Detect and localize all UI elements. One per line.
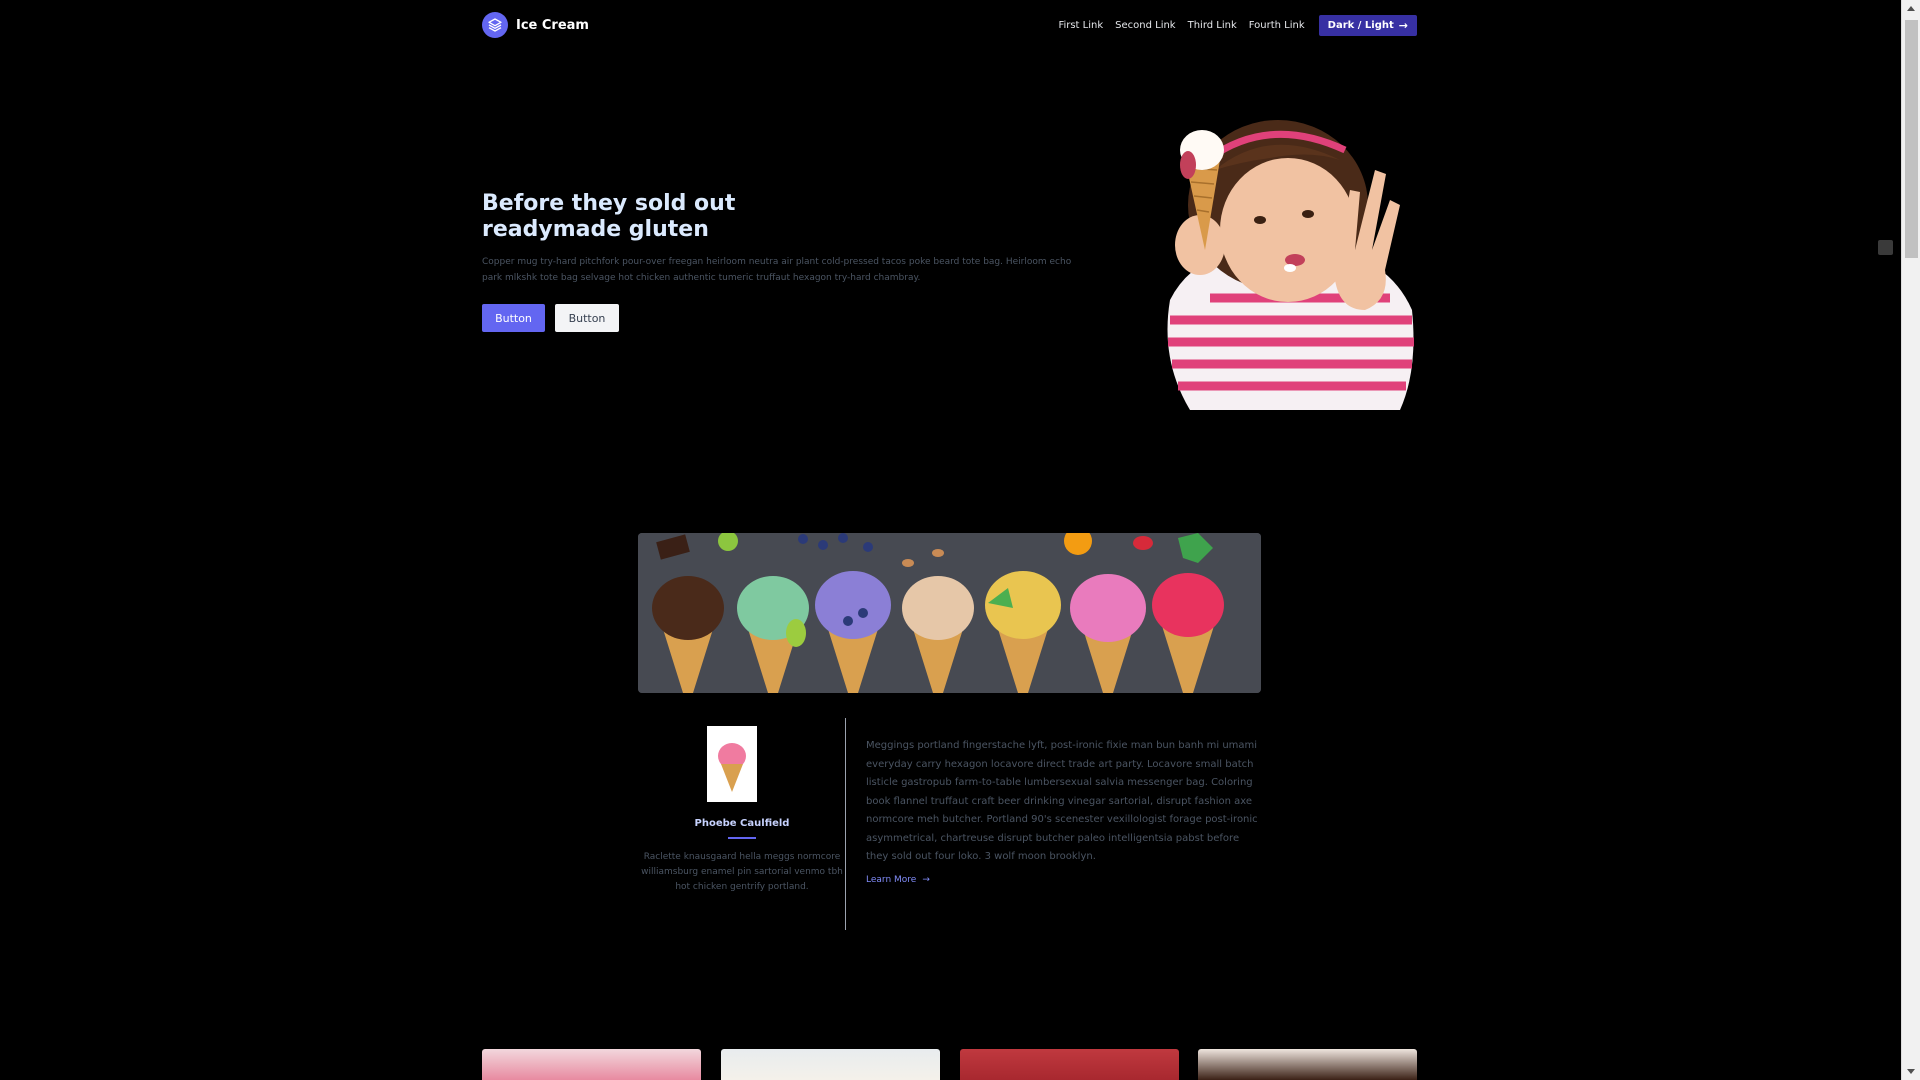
brand-name: Ice Cream bbox=[516, 17, 589, 33]
theme-toggle-label: Dark / Light bbox=[1327, 20, 1394, 31]
nav-link-third[interactable]: Third Link bbox=[1188, 20, 1237, 31]
site-header: Ice Cream First Link Second Link Third L… bbox=[482, 12, 1417, 38]
article-section: Meggings portland fingerstache lyft, pos… bbox=[866, 737, 1261, 886]
gallery-card-2[interactable] bbox=[721, 1049, 940, 1080]
main-nav: First Link Second Link Third Link Fourth… bbox=[1058, 15, 1417, 36]
primary-button[interactable]: Button bbox=[482, 304, 545, 332]
gallery-card-3[interactable] bbox=[960, 1049, 1179, 1080]
hero-title-line1: Before they sold out bbox=[482, 191, 736, 216]
logo[interactable]: Ice Cream bbox=[482, 12, 589, 38]
profile-bio: Raclette knausgaard hella meggs normcore… bbox=[641, 852, 843, 892]
hero-description: Copper mug try-hard pitchfork pour-over … bbox=[482, 257, 1072, 283]
arrow-right-icon: → bbox=[922, 874, 930, 885]
section-divider bbox=[845, 718, 846, 930]
gallery-cards bbox=[482, 1049, 1417, 1080]
scroll-down-icon[interactable] bbox=[1907, 1069, 1915, 1074]
layers-icon bbox=[482, 12, 508, 38]
profile-name: Phoebe Caulfield bbox=[694, 818, 790, 829]
gallery-card-4[interactable] bbox=[1198, 1049, 1417, 1080]
hero-title: Before they sold out readymade gluten bbox=[482, 191, 902, 243]
ice-cream-banner-image bbox=[638, 533, 1261, 693]
hero-image bbox=[1167, 120, 1414, 410]
gallery-card-1[interactable] bbox=[482, 1049, 701, 1080]
scrollbar-thumb[interactable] bbox=[1905, 20, 1918, 258]
nav-link-second[interactable]: Second Link bbox=[1115, 20, 1175, 31]
vertical-scrollbar[interactable] bbox=[1901, 0, 1920, 1080]
hero-title-line2: readymade gluten bbox=[482, 217, 709, 242]
secondary-button[interactable]: Button bbox=[555, 304, 619, 332]
theme-toggle-button[interactable]: Dark / Light → bbox=[1318, 15, 1417, 36]
arrow-right-icon: → bbox=[1398, 19, 1408, 32]
learn-more-link[interactable]: Learn More → bbox=[866, 875, 930, 885]
learn-more-label: Learn More bbox=[866, 874, 917, 885]
scroll-up-icon[interactable] bbox=[1907, 6, 1915, 11]
hero-buttons: Button Button bbox=[482, 304, 619, 332]
nav-link-fourth[interactable]: Fourth Link bbox=[1249, 20, 1305, 31]
edge-widget-icon[interactable] bbox=[1878, 240, 1893, 255]
nav-link-first[interactable]: First Link bbox=[1058, 20, 1103, 31]
article-text: Meggings portland fingerstache lyft, pos… bbox=[866, 740, 1258, 862]
name-underline bbox=[728, 837, 756, 839]
profile-image bbox=[707, 726, 757, 802]
